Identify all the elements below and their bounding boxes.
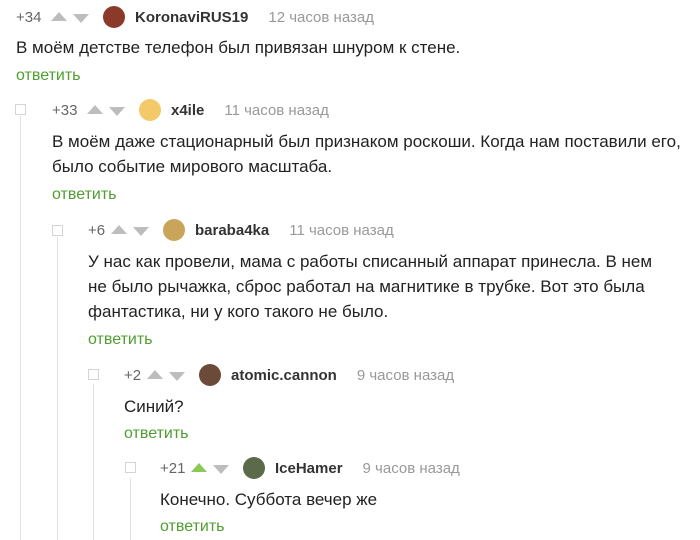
- timestamp[interactable]: 11 часов назад: [289, 222, 393, 239]
- rating: +21: [160, 459, 186, 477]
- downvote-arrow-icon[interactable]: [213, 464, 229, 474]
- username[interactable]: atomic.cannon: [231, 367, 337, 384]
- rating: +2: [124, 366, 142, 384]
- downvote-arrow-icon[interactable]: [109, 106, 125, 116]
- avatar[interactable]: [163, 219, 185, 241]
- thread-line: [130, 478, 131, 540]
- username[interactable]: x4ile: [171, 102, 204, 119]
- rating: +34: [16, 8, 42, 26]
- comment-header: +33 x4ile 11 часов назад: [52, 99, 329, 121]
- timestamp[interactable]: 11 часов назад: [224, 102, 328, 119]
- rating: +6: [88, 221, 106, 239]
- comment-text: Синий?: [124, 397, 184, 416]
- reply-button[interactable]: ответить: [88, 331, 153, 349]
- comment-header: +6 baraba4ka 11 часов назад: [88, 219, 394, 241]
- timestamp[interactable]: 9 часов назад: [363, 460, 460, 477]
- comment-header: +34 KoronaviRUS19 12 часов назад: [16, 6, 374, 28]
- username[interactable]: IceHamer: [275, 460, 343, 477]
- thread-line: [93, 384, 94, 540]
- comment-header: +2 atomic.cannon 9 часов назад: [124, 364, 454, 386]
- username[interactable]: KoronaviRUS19: [135, 9, 248, 26]
- downvote-arrow-icon[interactable]: [73, 13, 89, 23]
- comment-header: +21 IceHamer 9 часов назад: [160, 457, 460, 479]
- collapse-toggle[interactable]: [15, 104, 26, 115]
- upvote-arrow-icon[interactable]: [111, 224, 127, 234]
- avatar[interactable]: [199, 364, 221, 386]
- downvote-arrow-icon[interactable]: [169, 371, 185, 381]
- timestamp[interactable]: 9 часов назад: [357, 367, 454, 384]
- collapse-toggle[interactable]: [52, 225, 63, 236]
- collapse-toggle[interactable]: [125, 462, 136, 473]
- comment-text: У нас как провели, мама с работы списанн…: [88, 252, 653, 321]
- avatar[interactable]: [139, 99, 161, 121]
- upvote-arrow-icon[interactable]: [51, 11, 67, 21]
- comment-text: Конечно. Суббота вечер же: [160, 490, 378, 509]
- comment-text: В моём даже стационарный был признаком р…: [52, 132, 681, 176]
- username[interactable]: baraba4ka: [195, 222, 269, 239]
- reply-button[interactable]: ответить: [124, 425, 189, 443]
- collapse-toggle[interactable]: [88, 369, 99, 380]
- upvote-arrow-icon[interactable]: [147, 369, 163, 379]
- upvote-arrow-icon[interactable]: [191, 462, 207, 472]
- comment-text: В моём детстве телефон был привязан шнур…: [16, 38, 461, 57]
- thread-line: [20, 116, 21, 540]
- avatar[interactable]: [243, 457, 265, 479]
- upvote-arrow-icon[interactable]: [87, 104, 103, 114]
- avatar[interactable]: [103, 6, 125, 28]
- timestamp[interactable]: 12 часов назад: [268, 9, 374, 26]
- rating: +33: [52, 101, 78, 119]
- thread-line: [57, 237, 58, 540]
- downvote-arrow-icon[interactable]: [133, 226, 149, 236]
- reply-button[interactable]: ответить: [16, 67, 81, 85]
- reply-button[interactable]: ответить: [160, 518, 225, 536]
- reply-button[interactable]: ответить: [52, 186, 117, 204]
